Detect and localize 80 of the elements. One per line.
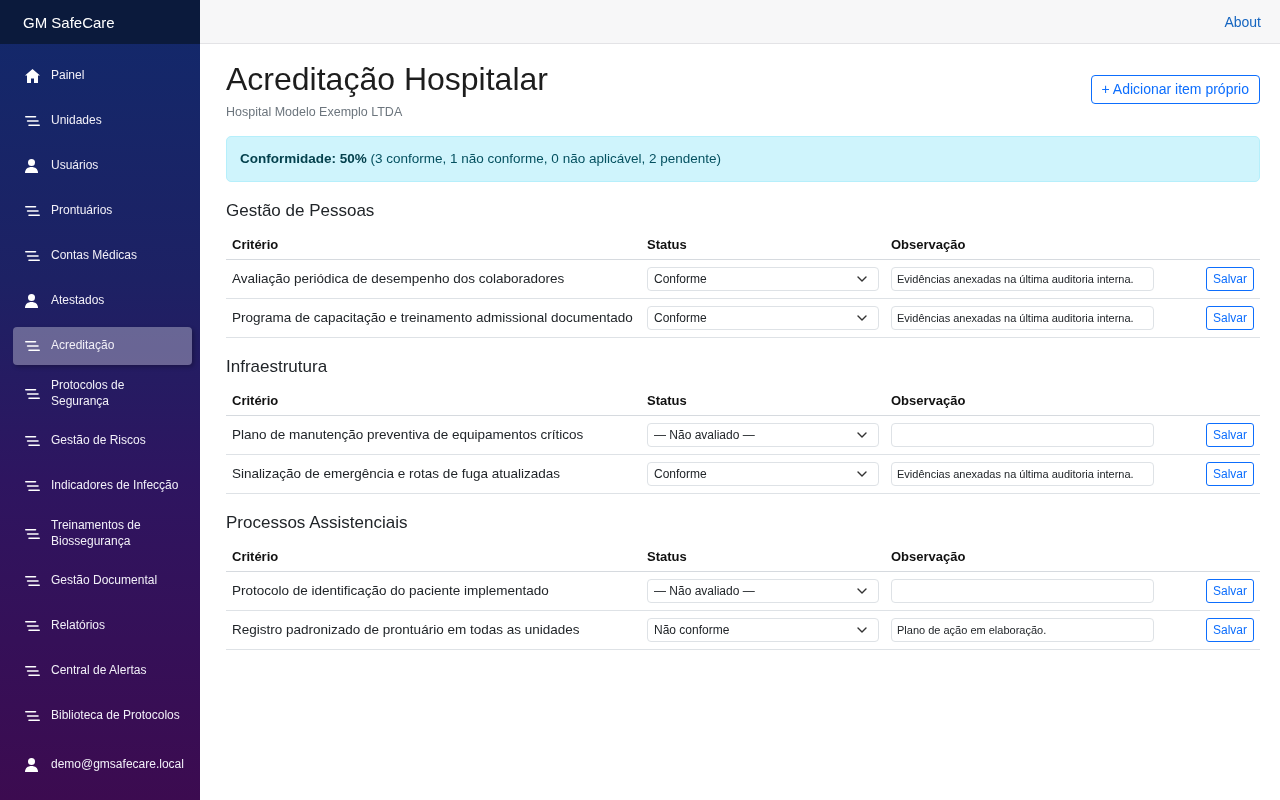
lines-icon <box>25 116 40 126</box>
lines-icon <box>25 341 40 351</box>
lines-icon <box>25 666 40 676</box>
column-header: Critério <box>232 237 279 252</box>
sidebar-item[interactable]: Central de Alertas <box>13 652 192 690</box>
column-header: Critério <box>232 549 279 564</box>
status-select[interactable]: Conforme <box>647 462 879 486</box>
observation-field[interactable] <box>891 579 1154 603</box>
criterion-label: Sinalização de emergência e rotas de fuga atualizadas <box>232 466 560 481</box>
sidebar-item[interactable]: Gestão Documental <box>13 562 192 600</box>
sidebar-item[interactable]: Biblioteca de Protocolos <box>13 697 192 735</box>
sidebar-item[interactable]: Gestão de Riscos <box>13 422 192 460</box>
criterion-label: Plano de manutenção preventiva de equipamentos críticos <box>232 427 584 442</box>
criterion-label: Registro padronizado de prontuário em todas as unidades <box>232 622 580 637</box>
lines-icon <box>25 251 40 261</box>
brand-link[interactable]: GM SafeCare <box>23 13 115 31</box>
lines-icon <box>25 206 40 216</box>
page-subtitle: Hospital Modelo Exemplo LTDA <box>226 105 403 119</box>
sidebar-item[interactable]: Acreditação <box>13 327 192 365</box>
status-select[interactable]: Não conforme <box>647 618 879 642</box>
observation-field[interactable]: Plano de ação em elaboração. <box>891 618 1154 642</box>
sidebar-item[interactable]: Treinamentos de Biossegurança <box>13 512 192 555</box>
criterion-label: Avaliação periódica de desempenho dos colaboradores <box>232 271 565 286</box>
criterion-label: Protocolo de identificação do paciente implementado <box>232 583 549 598</box>
observation-field[interactable]: Evidências anexadas na última auditoria interna. <box>891 306 1154 330</box>
column-header: Observação <box>891 549 966 564</box>
lines-icon <box>25 481 40 491</box>
column-header: Critério <box>232 393 279 408</box>
conformity-alert: Conformidade: 50% (3 conforme, 1 não conforme, 0 não aplicável, 2 pendente) <box>226 136 1260 182</box>
chevron-icon <box>857 315 867 321</box>
sidebar-item[interactable]: Indicadores de Infecção <box>13 467 192 505</box>
section-title: Processos Assistenciais <box>226 513 409 533</box>
lines-icon <box>25 711 40 721</box>
save-button[interactable]: Salvar <box>1206 618 1254 642</box>
chevron-icon <box>857 627 867 633</box>
about-link[interactable]: About <box>1224 13 1261 30</box>
account-link[interactable]: demo@gmsafecare.local <box>13 746 192 784</box>
chevron-icon <box>857 588 867 594</box>
chevron-icon <box>857 432 867 438</box>
lines-icon <box>25 576 40 586</box>
observation-field[interactable] <box>891 423 1154 447</box>
person-icon <box>25 159 38 173</box>
save-button[interactable]: Salvar <box>1206 579 1254 603</box>
save-button[interactable]: Salvar <box>1206 267 1254 291</box>
sidebar-item[interactable]: Unidades <box>13 102 192 140</box>
person-icon <box>25 294 38 308</box>
sidebar-item[interactable]: Relatórios <box>13 607 192 645</box>
status-select[interactable]: — Não avaliado — <box>647 423 879 447</box>
sidebar-item[interactable]: Contas Médicas <box>13 237 192 275</box>
sidebar-item[interactable]: Atestados <box>13 282 192 320</box>
status-select[interactable]: Conforme <box>647 306 879 330</box>
sidebar-item[interactable]: Prontuários <box>13 192 192 230</box>
save-button[interactable]: Salvar <box>1206 462 1254 486</box>
column-header: Observação <box>891 237 966 252</box>
status-select[interactable]: — Não avaliado — <box>647 579 879 603</box>
lines-icon <box>25 528 40 539</box>
sidebar-item[interactable]: Usuários <box>13 147 192 185</box>
column-header: Status <box>647 237 687 252</box>
column-header: Status <box>647 393 687 408</box>
page-title: Acreditação Hospitalar <box>226 60 548 98</box>
section-title: Gestão de Pessoas <box>226 201 376 221</box>
save-button[interactable]: Salvar <box>1206 306 1254 330</box>
status-select[interactable]: Conforme <box>647 267 879 291</box>
observation-field[interactable]: Evidências anexadas na última auditoria interna. <box>891 267 1154 291</box>
person-icon <box>25 758 38 772</box>
save-button[interactable]: Salvar <box>1206 423 1254 447</box>
observation-field[interactable]: Evidências anexadas na última auditoria interna. <box>891 462 1154 486</box>
sidebar-item[interactable]: Painel <box>13 57 192 95</box>
lines-icon <box>25 436 40 446</box>
chevron-icon <box>857 276 867 282</box>
sidebar-item[interactable]: Protocolos de Segurança <box>13 372 192 415</box>
home-icon <box>25 69 40 83</box>
section-title: Infraestrutura <box>226 357 329 377</box>
column-header: Observação <box>891 393 966 408</box>
lines-icon <box>25 388 40 399</box>
criterion-label: Programa de capacitação e treinamento admissional documentado <box>232 310 633 325</box>
add-item-button[interactable]: + Adicionar item próprio <box>1090 74 1260 104</box>
lines-icon <box>25 621 40 631</box>
chevron-icon <box>857 471 867 477</box>
column-header: Status <box>647 549 687 564</box>
